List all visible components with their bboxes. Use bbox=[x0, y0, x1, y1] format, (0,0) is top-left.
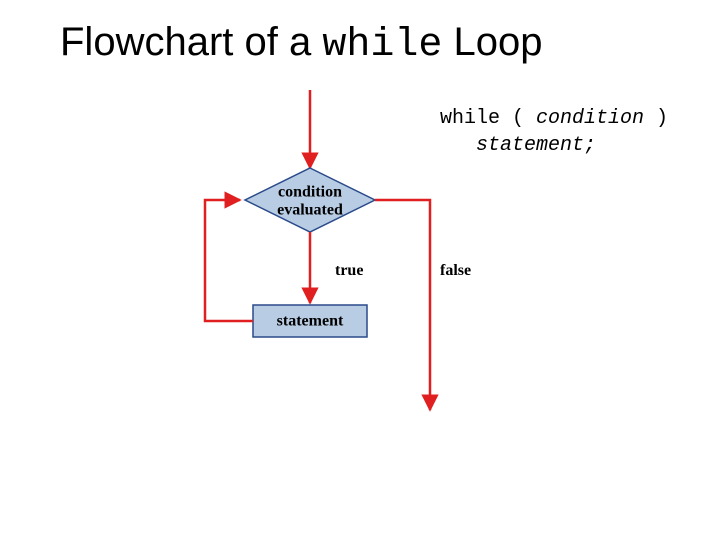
diamond-label-2: evaluated bbox=[277, 202, 343, 219]
loopback-arrow bbox=[205, 200, 253, 321]
true-label: true bbox=[335, 262, 363, 279]
false-arrow bbox=[375, 200, 430, 410]
flowchart-diagram: condition evaluated true statement false bbox=[0, 0, 720, 540]
diamond-label-1: condition bbox=[278, 184, 342, 201]
false-label: false bbox=[440, 262, 471, 279]
statement-label: statement bbox=[277, 313, 344, 330]
